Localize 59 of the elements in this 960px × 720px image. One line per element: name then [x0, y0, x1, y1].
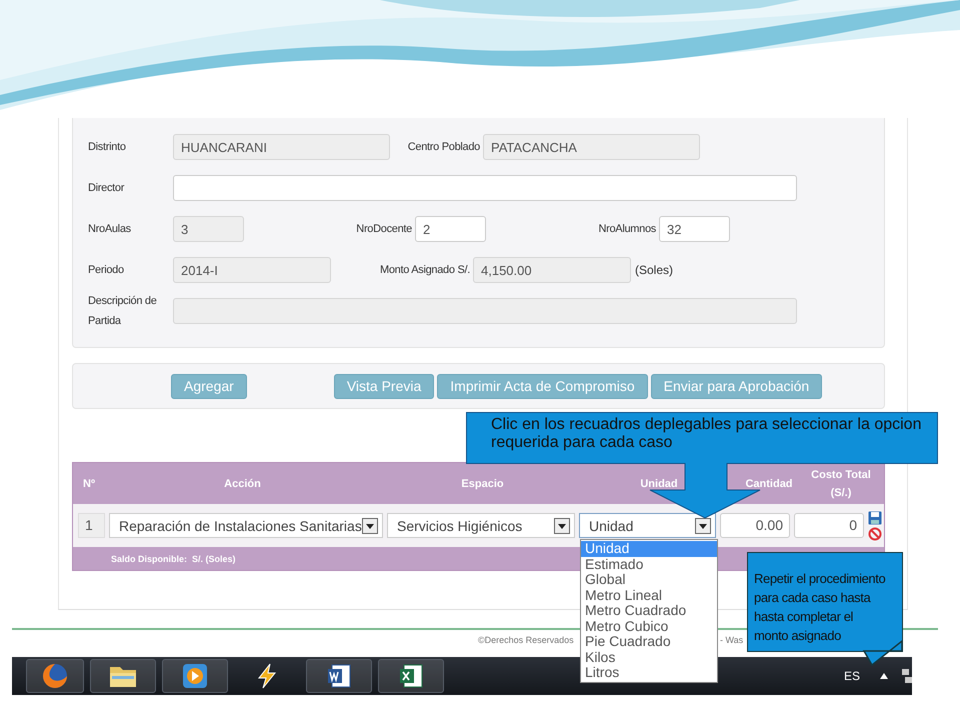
action-select[interactable]: Reparación de Instalaciones Sanitarias [109, 513, 383, 538]
input-field[interactable]: 2 [415, 216, 486, 242]
input-field[interactable]: 32 [659, 216, 730, 242]
balance-text: Saldo Disponible: S/. (Soles) [111, 554, 236, 564]
input-field[interactable]: PATACANCHA [483, 134, 700, 160]
column-header: Nº [82, 476, 96, 492]
input-field[interactable] [173, 174, 797, 200]
spreadsheet-icon [398, 663, 424, 689]
save-icon[interactable] [868, 510, 882, 524]
column-header: Cantidad [744, 476, 794, 492]
field-label: Director [88, 180, 126, 196]
dropdown-caret-icon[interactable] [554, 518, 570, 534]
field-label: Centro Poblado [406, 140, 481, 154]
callout-text: Clic en los recuadros deplegables para seleccionar la opcion requerida para cada caso [491, 416, 922, 452]
document-icon [326, 663, 352, 689]
dropdown-option[interactable]: Metro Cubico [581, 618, 717, 634]
dropdown-option[interactable]: Litros [581, 665, 717, 680]
column-header: Unidad [639, 476, 679, 492]
unit-select[interactable]: Unidad [579, 513, 716, 538]
dropdown-option[interactable]: Metro Lineal [581, 588, 717, 603]
input-field[interactable]: 4,150.00 [473, 256, 631, 282]
globe-icon [42, 663, 68, 689]
input-field[interactable]: HUANCARANI [173, 134, 390, 160]
dropdown-option[interactable]: Estimado [581, 556, 717, 572]
dropdown-option[interactable]: Global [581, 572, 717, 588]
language-indicator[interactable]: ES [844, 669, 860, 683]
dropdown-caret-icon[interactable] [695, 518, 711, 534]
column-header: Acción [223, 476, 262, 492]
up-arrow-icon[interactable] [880, 673, 888, 679]
column-header: Espacio [460, 476, 505, 492]
field-label: NroAulas [88, 222, 132, 236]
taskbar-button[interactable] [306, 659, 372, 693]
input-field[interactable]: 2014-I [173, 256, 331, 282]
dropdown-option[interactable]: Pie Cuadrado [581, 634, 717, 650]
field-label: NroDocente [355, 222, 413, 236]
input-field[interactable]: 3 [173, 216, 244, 242]
callout-text: Repetir el procedimiento para cada caso hasta hasta completar el monto asignado [747, 552, 903, 652]
taskbar-button[interactable] [378, 659, 444, 693]
field-label: Periodo [88, 262, 125, 278]
delete-icon[interactable] [868, 526, 882, 540]
row-number: 1 [78, 513, 105, 538]
field-label: Distrinto [88, 140, 127, 154]
input-field[interactable] [173, 298, 797, 324]
dropdown-option[interactable]: Kilos [581, 650, 717, 665]
callout-tail [862, 639, 904, 667]
column-header: Costo Total (S/.) [810, 468, 872, 500]
play-icon [182, 663, 208, 689]
dropdown-option[interactable]: Metro Cuadrado [581, 603, 717, 618]
footer-text: ©Derechos Reservados [478, 635, 574, 645]
dropdown-caret-icon[interactable] [362, 518, 378, 534]
footer-text: - Was [720, 635, 744, 645]
field-label: NroAlumnos [597, 222, 657, 236]
unit-label: (Soles) [635, 262, 674, 276]
field-label: Monto Asignado S/. [379, 262, 471, 278]
taskbar-button[interactable] [90, 659, 156, 693]
cost-field[interactable]: 0 [794, 513, 864, 538]
space-select[interactable]: Servicios Higiénicos [387, 513, 575, 538]
field-label: Descripción de Partida [88, 294, 158, 328]
quantity-field[interactable]: 0.00 [720, 513, 790, 538]
